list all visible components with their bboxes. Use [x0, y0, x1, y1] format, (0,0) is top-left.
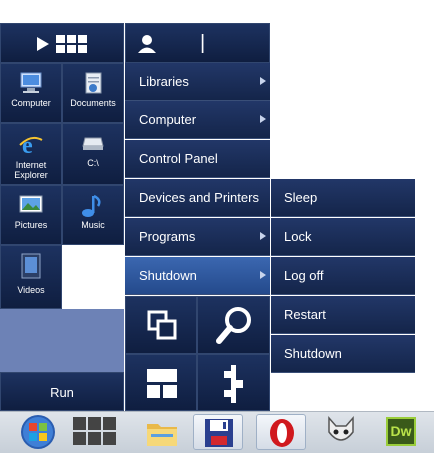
user-icon[interactable]: [137, 34, 157, 59]
menu-item-devices-and-printers[interactable]: Devices and Printers: [125, 179, 270, 217]
taskbar-save-button[interactable]: [193, 414, 243, 450]
tile-internet-explorer[interactable]: e Internet Explorer: [0, 123, 62, 185]
submenu-arrow-icon: [260, 232, 266, 240]
submenu-arrow-icon: [260, 115, 266, 123]
tile-pictures[interactable]: Pictures: [0, 185, 62, 245]
tile-documents[interactable]: Documents: [62, 63, 124, 123]
menu-item-programs[interactable]: Programs: [125, 218, 270, 256]
computer-icon: [18, 72, 44, 99]
music-icon: [80, 194, 106, 223]
start-header-left: [0, 23, 124, 63]
network-icon: [224, 365, 244, 408]
taskbar-foobar-button[interactable]: [323, 414, 359, 450]
windows-orb-icon: [18, 414, 58, 455]
taskbar-dreamweaver-button[interactable]: Dw: [386, 417, 416, 446]
run-button[interactable]: Run: [0, 372, 124, 411]
submenu-item-log-off[interactable]: Log off: [271, 257, 415, 295]
videos-icon: [21, 253, 41, 284]
opera-icon: [268, 418, 296, 453]
taskbar: Dw: [0, 411, 434, 453]
menu-item-shutdown[interactable]: Shutdown: [125, 257, 270, 295]
documents-icon: [81, 72, 105, 101]
menu-item-control-panel[interactable]: Control Panel: [125, 140, 270, 178]
search-icon: [216, 305, 254, 350]
start-button[interactable]: [18, 414, 58, 450]
file-explorer-icon: [145, 414, 179, 455]
tile-music[interactable]: Music: [62, 185, 124, 245]
switch-windows-icon: [146, 309, 178, 346]
menu-item-libraries[interactable]: Libraries: [125, 63, 270, 101]
save-disk-icon: [203, 417, 235, 454]
layout-button[interactable]: [125, 354, 197, 411]
tile-computer[interactable]: Computer: [0, 63, 62, 123]
submenu-item-restart[interactable]: Restart: [271, 296, 415, 334]
taskbar-apps-button[interactable]: [73, 417, 118, 453]
search-button[interactable]: [197, 296, 270, 354]
pictures-icon: [18, 194, 44, 221]
menu-item-computer[interactable]: Computer: [125, 101, 270, 139]
tile-videos[interactable]: Videos: [0, 245, 62, 309]
search-text-cursor[interactable]: |: [200, 32, 205, 55]
apps-grid-icon[interactable]: [56, 35, 88, 54]
play-icon[interactable]: [37, 37, 49, 51]
submenu-item-sleep[interactable]: Sleep: [271, 179, 415, 217]
submenu-arrow-icon: [260, 77, 266, 85]
start-menu-background: [0, 309, 124, 372]
tile-c-drive[interactable]: C:\: [62, 123, 124, 185]
switch-windows-button[interactable]: [125, 296, 197, 354]
layout-icon: [146, 367, 178, 404]
dreamweaver-icon: Dw: [390, 423, 412, 439]
submenu-item-lock[interactable]: Lock: [271, 218, 415, 256]
foobar-icon: [323, 414, 359, 455]
submenu-item-shutdown[interactable]: Shutdown: [271, 335, 415, 373]
svg-text:e: e: [22, 133, 33, 156]
apps-grid-icon: [73, 417, 118, 452]
user-header: |: [125, 23, 270, 63]
taskbar-explorer-button[interactable]: [145, 414, 179, 450]
taskbar-opera-button[interactable]: [256, 414, 306, 450]
submenu-arrow-icon: [260, 271, 266, 279]
network-button[interactable]: [197, 354, 270, 411]
drive-icon: [82, 137, 104, 156]
internet-explorer-icon: e: [18, 132, 44, 161]
empty-area: [62, 245, 124, 309]
